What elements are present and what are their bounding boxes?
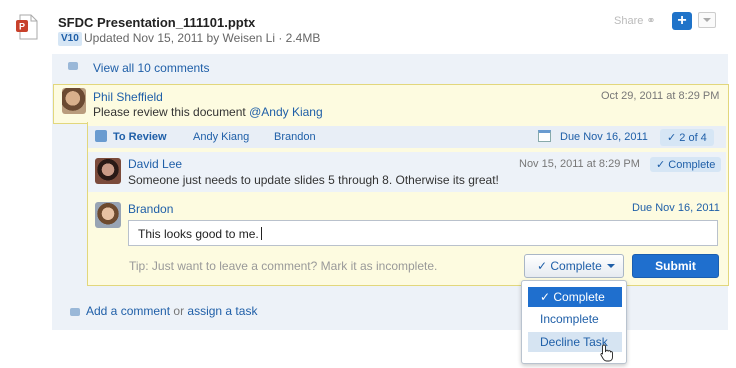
chevron-down-icon (703, 18, 711, 22)
comment-body: Please review this document (93, 105, 250, 119)
file-title[interactable]: SFDC Presentation_111101.pptx (58, 15, 255, 30)
task-due-date[interactable]: Due Nov 16, 2011 (560, 131, 648, 143)
comment-icon (70, 308, 80, 316)
powerpoint-file-icon: P (16, 14, 38, 40)
task-progress-badge[interactable]: ✓ 2 of 4 (660, 129, 714, 146)
link-icon: ⚭ (646, 15, 656, 27)
status-badge: ✓ Complete (650, 157, 722, 172)
task-assignee[interactable]: Andy Kiang (193, 131, 249, 143)
add-comment-line: Add a comment or assign a task (86, 304, 257, 318)
composer-author[interactable]: Brandon (128, 202, 173, 216)
submit-button[interactable]: Submit (632, 254, 719, 278)
version-badge[interactable]: V10 (58, 32, 82, 46)
or-text: or (173, 304, 185, 318)
comment-timestamp: Oct 29, 2011 at 8:29 PM (601, 90, 720, 102)
file-meta: Updated Nov 15, 2011 by Weisen Li · 2.4M… (84, 31, 321, 45)
add-comment-link[interactable]: Add a comment (86, 304, 170, 318)
task-status-label[interactable]: To Review (113, 131, 167, 143)
reply-timestamp: Nov 15, 2011 at 8:29 PM (519, 158, 640, 170)
add-comment-plus-button[interactable]: + (672, 12, 692, 30)
comment-icon (68, 62, 78, 70)
view-comments-row: View all 10 comments (52, 54, 728, 82)
share-link[interactable]: Share ⚭ (614, 14, 656, 27)
view-all-comments-link[interactable]: View all 10 comments (93, 61, 210, 75)
hand-cursor-icon (600, 344, 614, 362)
status-badge-label: Complete (668, 159, 716, 171)
composer-due-date: Due Nov 16, 2011 (632, 202, 720, 214)
reply-input-value: This looks good to me. (138, 227, 259, 241)
menu-item-incomplete[interactable]: Incomplete (528, 309, 622, 329)
text-caret (260, 227, 262, 240)
status-dropdown-button[interactable]: ✓ Complete (524, 254, 624, 278)
comment-author[interactable]: Phil Sheffield (93, 90, 163, 104)
share-label: Share (614, 15, 644, 27)
menu-item-label: Complete (553, 290, 605, 304)
mention-link[interactable]: @Andy Kiang (249, 105, 323, 119)
assign-task-link[interactable]: assign a task (187, 304, 257, 318)
reply-input[interactable]: This looks good to me. (128, 220, 718, 246)
comment-text: Please review this document @Andy Kiang (93, 105, 323, 119)
avatar[interactable] (95, 158, 121, 184)
status-dropdown-label: Complete (550, 259, 602, 273)
calendar-icon (538, 130, 551, 142)
avatar[interactable] (95, 202, 121, 228)
chevron-down-icon (607, 264, 615, 268)
task-icon (95, 130, 107, 142)
task-progress: 2 of 4 (679, 132, 707, 144)
more-options-dropdown[interactable] (698, 12, 716, 28)
reply-text: Someone just needs to update slides 5 th… (128, 173, 499, 187)
tip-text: Tip: Just want to leave a comment? Mark … (129, 259, 438, 273)
avatar[interactable] (62, 88, 86, 114)
reply-author[interactable]: David Lee (128, 157, 182, 171)
menu-item-complete[interactable]: ✓ Complete (528, 287, 622, 307)
svg-text:P: P (19, 22, 25, 32)
task-assignee[interactable]: Brandon (274, 131, 316, 143)
